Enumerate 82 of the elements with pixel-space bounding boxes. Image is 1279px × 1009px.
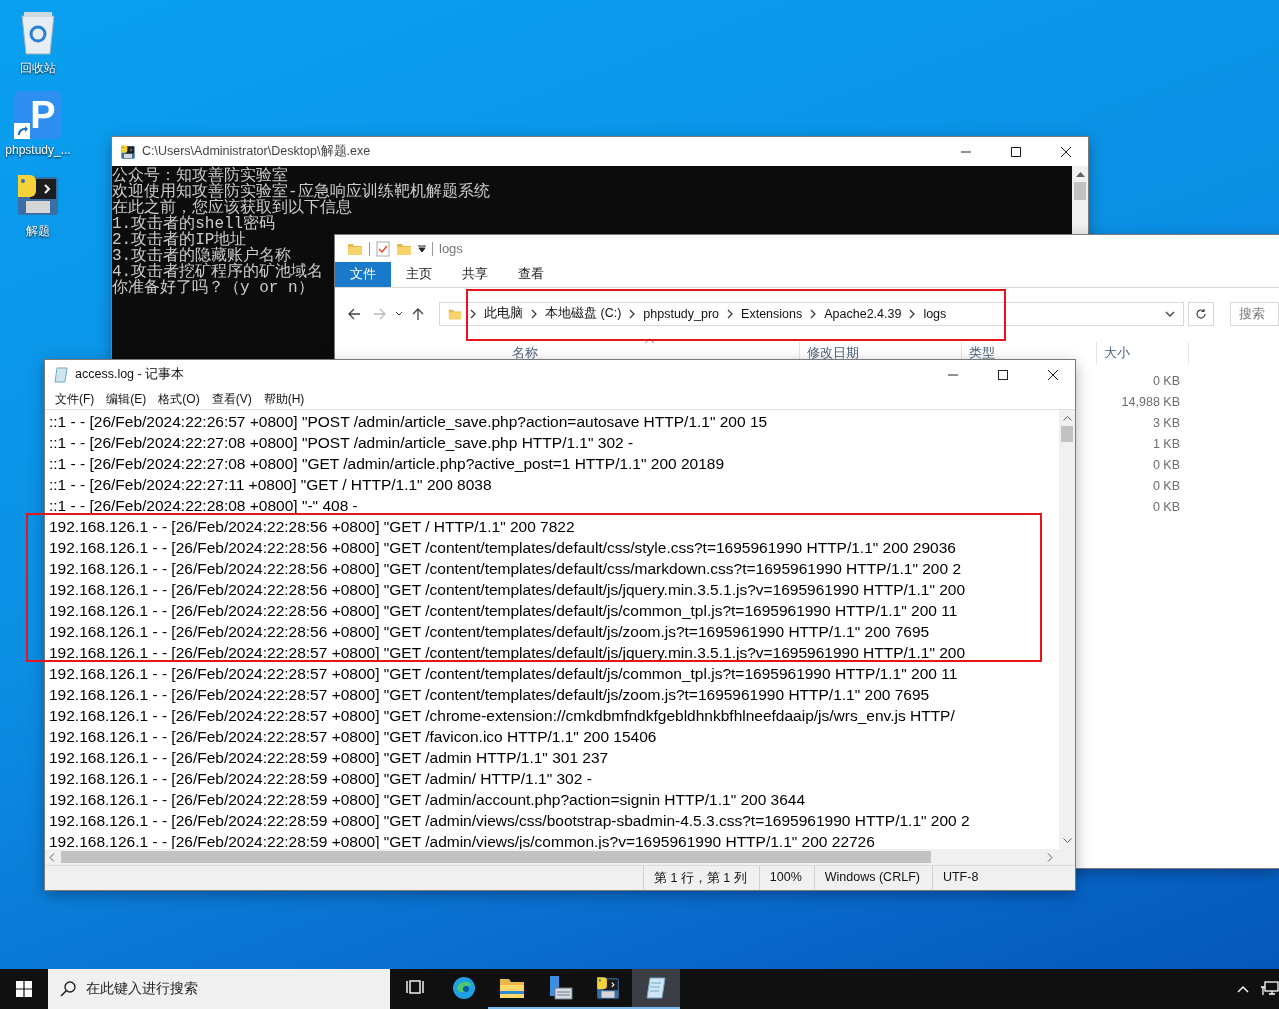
chevron-down-icon[interactable]: [395, 310, 403, 317]
log-line: 192.168.126.1 - - [26/Feb/2024:22:28:59 +0800] "GET /admin/account.php?action=signin HTTP/1.1" 200 3644: [49, 790, 807, 810]
chevron-icon[interactable]: [909, 308, 916, 319]
properties-icon[interactable]: [376, 240, 390, 257]
window-title: logs: [439, 241, 463, 256]
menu-item[interactable]: 编辑(E): [100, 389, 153, 409]
python-floppy-icon[interactable]: [595, 975, 621, 1001]
notepad-icon[interactable]: [644, 976, 668, 1000]
ribbon-tab[interactable]: 共享: [447, 262, 503, 287]
log-line: 192.168.126.1 - - [26/Feb/2024:22:28:56 +0800] "GET /content/templates/default/js/zoom.js?t=1695961990 HTTP/1.1" 200 7695: [49, 622, 931, 642]
dropdown-icon[interactable]: [418, 244, 426, 253]
console-line: 2.攻击者的IP地址: [112, 232, 247, 248]
log-line: ::1 - - [26/Feb/2024:22:27:08 +0800] "GET /admin/article.php?active_post=1 HTTP/1.1" 200 20189: [49, 454, 726, 474]
edge-icon[interactable]: [452, 976, 476, 1000]
menu-item[interactable]: 查看(V): [205, 389, 258, 409]
log-line: ::1 - - [26/Feb/2024:22:27:11 +0800] "GET / HTTP/1.1" 200 8038: [49, 475, 493, 495]
status-item: UTF-8: [931, 866, 991, 890]
scrollbar-thumb[interactable]: [1061, 426, 1073, 442]
log-line: 192.168.126.1 - - [26/Feb/2024:22:28:56 +0800] "GET /content/templates/default/js/common_tpl.js?t=1695961990 HTTP/1.1" 200 11: [49, 601, 959, 621]
caret-icon[interactable]: [1237, 985, 1249, 993]
file-size: 3 KB: [1152, 415, 1180, 432]
log-line: 192.168.126.1 - - [26/Feb/2024:22:28:57 +0800] "GET /content/templates/default/js/zoom.js?t=1695961990 HTTP/1.1" 200 7695: [49, 685, 931, 705]
ribbon-tab[interactable]: 文件: [335, 262, 391, 287]
log-line: 192.168.126.1 - - [26/Feb/2024:22:28:57 +0800] "GET /content/templates/default/js/common_tpl.js?t=1695961990 HTTP/1.1" 200 11: [49, 664, 959, 684]
scroll-down-icon[interactable]: [1062, 838, 1072, 844]
column-header[interactable]: 大小: [1097, 342, 1189, 364]
window-title: access.log - 记事本: [75, 366, 185, 383]
task-view-icon[interactable]: [406, 979, 426, 997]
scrollbar-thumb[interactable]: [61, 851, 931, 863]
log-line: 192.168.126.1 - - [26/Feb/2024:22:28:59 +0800] "GET /admin/ HTTP/1.1" 302 -: [49, 769, 593, 789]
status-item: 第 1 行，第 1 列: [643, 866, 759, 890]
log-line: 192.168.126.1 - - [26/Feb/2024:22:28:59 +0800] "GET /admin/views/css/bootstrap-sbadmin-4.5.3.css?t=1695961990 HTTP/1.1" 200 2: [49, 811, 971, 831]
python-floppy-icon[interactable]: [120, 143, 136, 160]
log-line: 192.168.126.1 - - [26/Feb/2024:22:28:59 +0800] "GET /admin HTTP/1.1" 301 237: [49, 748, 610, 768]
search-icon[interactable]: [60, 981, 76, 997]
ribbon-tab[interactable]: 主页: [391, 262, 447, 287]
log-line: 192.168.126.1 - - [26/Feb/2024:22:28:57 +0800] "GET /favicon.ico HTTP/1.1" 200 15406: [49, 727, 658, 747]
chevron-icon[interactable]: [531, 308, 537, 319]
status-item: Windows (CRLF): [813, 866, 932, 890]
chevron-down-icon[interactable]: [1165, 310, 1175, 317]
log-line: 192.168.126.1 - - [26/Feb/2024:22:28:56 +0800] "GET / HTTP/1.1" 200 7822: [49, 517, 576, 537]
console-line: 公众号：知攻善防实验室: [112, 168, 288, 184]
scroll-up-icon[interactable]: [1062, 415, 1072, 421]
address-bar[interactable]: 此电脑 本地磁盘 (C:) phpstudy_pro Extensions Apache2.4.39 logs: [439, 301, 1184, 326]
scrollbar-thumb[interactable]: [1074, 182, 1086, 200]
log-line: ::1 - - [26/Feb/2024:22:27:08 +0800] "POST /admin/article_save.php HTTP/1.1" 302 -: [49, 433, 635, 453]
file-size: 0 KB: [1152, 457, 1180, 474]
refresh-icon[interactable]: [1195, 307, 1207, 320]
log-line: ::1 - - [26/Feb/2024:22:28:08 +0800] "-" 408 -: [49, 496, 359, 516]
windows-logo-icon[interactable]: [16, 981, 32, 997]
chevron-icon[interactable]: [810, 308, 817, 319]
notepad-icon: [53, 366, 69, 383]
menu-item[interactable]: 文件(F): [49, 389, 101, 409]
log-line: ::1 - - [26/Feb/2024:22:26:57 +0800] "POST /admin/article_save.php?action=autosave HTTP/1.1" 200 15: [49, 412, 769, 432]
monitor-icon[interactable]: [1261, 981, 1279, 997]
log-line: 192.168.126.1 - - [26/Feb/2024:22:28:56 +0800] "GET /content/templates/default/js/jquery.min.3.5.1.js?v=1695961990 HTTP/1.1" 200: [49, 580, 967, 600]
refresh-button[interactable]: [1188, 301, 1214, 326]
log-line: 192.168.126.1 - - [26/Feb/2024:22:28:57 +0800] "GET /chrome-extension://cmkdbmfndkfgebldhnkbfhlneefdaaip/js/wrs_env.js HTTP/: [49, 706, 956, 726]
menu-item[interactable]: 帮助(H): [257, 389, 311, 409]
file-size: 0 KB: [1152, 478, 1180, 495]
computer-icon[interactable]: [547, 975, 573, 1001]
scroll-up-icon[interactable]: [1075, 171, 1085, 177]
menu-item[interactable]: 格式(O): [152, 389, 206, 409]
log-line: 192.168.126.1 - - [26/Feb/2024:22:28:56 +0800] "GET /content/templates/default/css/style.css?t=1695961990 HTTP/1.1" 200 29036: [49, 538, 957, 558]
file-size: 0 KB: [1152, 373, 1180, 390]
taskbar-search-field[interactable]: 在此键入进行搜索: [48, 969, 390, 1009]
console-line: 你准备好了吗？（y or n）: [112, 280, 314, 296]
console-line: 4.攻击者挖矿程序的矿池域名: [112, 264, 324, 280]
folder-icon[interactable]: [499, 977, 525, 999]
file-size: 1 KB: [1152, 436, 1180, 453]
chevron-icon[interactable]: [727, 308, 734, 319]
chevron-icon[interactable]: [470, 308, 476, 319]
file-size: 14,988 KB: [1121, 394, 1180, 411]
status-item: 100%: [758, 866, 814, 890]
chevron-icon[interactable]: [629, 308, 636, 319]
console-line: 1.攻击者的shell密码: [112, 216, 276, 232]
ribbon-tab[interactable]: 查看: [503, 262, 559, 287]
search-field[interactable]: 搜索: [1230, 301, 1279, 326]
log-line: 192.168.126.1 - - [26/Feb/2024:22:28:57 +0800] "GET /content/templates/default/js/jquery.min.3.5.1.js?v=1695961990 HTTP/1.1" 200: [49, 643, 967, 663]
window-title: C:\Users\Administrator\Desktop\解题.exe: [142, 143, 371, 160]
log-line: 192.168.126.1 - - [26/Feb/2024:22:28:56 +0800] "GET /content/templates/default/css/markdown.css?t=1695961990 HTTP/1.1" 200 2: [49, 559, 963, 579]
file-size: 0 KB: [1152, 499, 1180, 516]
